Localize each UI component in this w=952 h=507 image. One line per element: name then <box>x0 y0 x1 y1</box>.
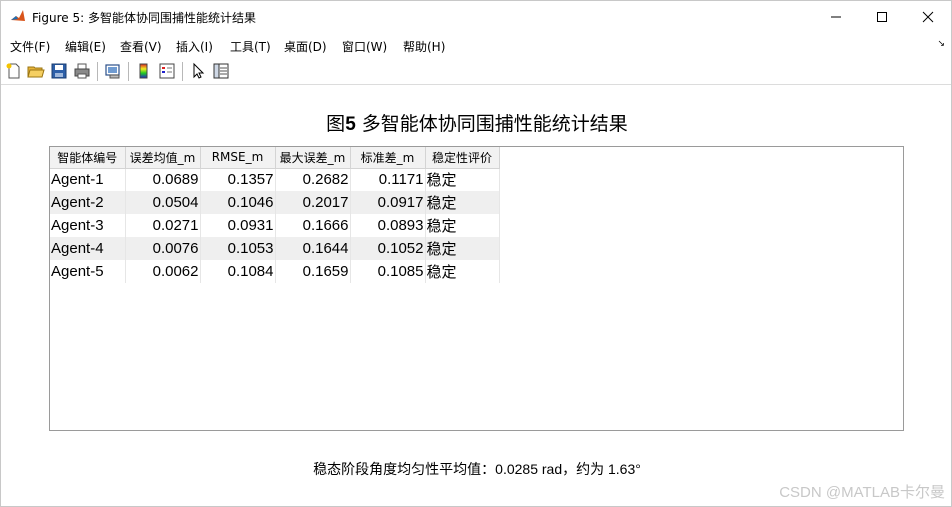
menu-tools[interactable]: 工具(T) <box>230 38 271 55</box>
save-icon[interactable] <box>50 62 68 80</box>
minimize-button[interactable] <box>813 1 859 32</box>
table-row: Agent-5 0.0062 0.1084 0.1659 0.1085 稳定 <box>50 260 500 283</box>
cell-stability[interactable]: 稳定 <box>425 214 500 237</box>
cell-agent-id[interactable]: Agent-2 <box>50 191 126 214</box>
cell-rmse[interactable]: 0.1053 <box>200 237 276 260</box>
table-row: Agent-3 0.0271 0.0931 0.1666 0.0893 稳定 <box>50 214 500 237</box>
cell-std[interactable]: 0.0893 <box>350 214 426 237</box>
cell-agent-id[interactable]: Agent-5 <box>50 260 126 283</box>
cell-mean-error[interactable]: 0.0271 <box>125 214 201 237</box>
maximize-button[interactable] <box>859 1 905 32</box>
table-row: Agent-2 0.0504 0.1046 0.2017 0.0917 稳定 <box>50 191 500 214</box>
matlab-icon <box>10 8 26 24</box>
column-header-agent-id[interactable]: 智能体编号 <box>50 147 126 169</box>
cell-max-error[interactable]: 0.1644 <box>275 237 351 260</box>
insert-legend-icon[interactable] <box>158 62 176 80</box>
menu-insert[interactable]: 插入(I) <box>176 38 213 55</box>
maximize-icon <box>877 11 887 22</box>
figure-title-number: 5 <box>345 114 356 135</box>
menu-dock-arrow-icon[interactable]: ↘ <box>937 39 945 49</box>
watermark: CSDN @MATLAB卡尔曼 <box>779 484 945 501</box>
cell-max-error[interactable]: 0.2017 <box>275 191 351 214</box>
toolbar-separator <box>182 62 183 81</box>
insert-colorbar-icon[interactable] <box>135 62 153 80</box>
edit-plot-icon[interactable] <box>189 62 207 80</box>
cell-stability[interactable]: 稳定 <box>425 260 500 283</box>
cell-std[interactable]: 0.1171 <box>350 168 426 191</box>
results-table: 智能体编号 误差均值_m RMSE_m 最大误差_m 标准差_m 稳定性评价 A… <box>50 147 500 283</box>
column-header-mean-error[interactable]: 误差均值_m <box>125 147 201 169</box>
link-plot-icon[interactable] <box>104 62 122 80</box>
column-header-rmse[interactable]: RMSE_m <box>200 147 276 169</box>
cell-max-error[interactable]: 0.1659 <box>275 260 351 283</box>
new-figure-icon[interactable] <box>5 62 23 80</box>
cell-mean-error[interactable]: 0.0504 <box>125 191 201 214</box>
cell-mean-error[interactable]: 0.0062 <box>125 260 201 283</box>
cell-stability[interactable]: 稳定 <box>425 237 500 260</box>
cell-max-error[interactable]: 0.2682 <box>275 168 351 191</box>
figure-title-text: 多智能体协同围捕性能统计结果 <box>355 113 628 135</box>
property-inspector-icon[interactable] <box>212 62 230 80</box>
menu-edit[interactable]: 编辑(E) <box>65 38 106 55</box>
cell-agent-id[interactable]: Agent-1 <box>50 168 126 191</box>
cell-rmse[interactable]: 0.1084 <box>200 260 276 283</box>
table-row: Agent-4 0.0076 0.1053 0.1644 0.1052 稳定 <box>50 237 500 260</box>
cell-mean-error[interactable]: 0.0689 <box>125 168 201 191</box>
cell-mean-error[interactable]: 0.0076 <box>125 237 201 260</box>
cell-stability[interactable]: 稳定 <box>425 168 500 191</box>
menu-desktop[interactable]: 桌面(D) <box>284 38 327 55</box>
cell-rmse[interactable]: 0.1357 <box>200 168 276 191</box>
figure-title: 图5 多智能体协同围捕性能统计结果 <box>1 109 952 136</box>
column-header-max-error[interactable]: 最大误差_m <box>275 147 351 169</box>
minimize-icon <box>831 16 841 17</box>
cell-agent-id[interactable]: Agent-3 <box>50 214 126 237</box>
cell-rmse[interactable]: 0.0931 <box>200 214 276 237</box>
cell-rmse[interactable]: 0.1046 <box>200 191 276 214</box>
toolbar-separator <box>97 62 98 81</box>
menu-file[interactable]: 文件(F) <box>10 38 50 55</box>
table-row: Agent-1 0.0689 0.1357 0.2682 0.1171 稳定 <box>50 168 500 191</box>
close-icon <box>922 11 934 22</box>
cell-std[interactable]: 0.1085 <box>350 260 426 283</box>
menu-window[interactable]: 窗口(W) <box>342 38 387 55</box>
figure-title-prefix: 图 <box>326 113 346 135</box>
column-header-stability[interactable]: 稳定性评价 <box>425 147 500 169</box>
print-icon[interactable] <box>73 62 91 80</box>
window-title: Figure 5: 多智能体协同围捕性能统计结果 <box>32 11 256 25</box>
cell-std[interactable]: 0.1052 <box>350 237 426 260</box>
angle-uniformity-note: 稳态阶段角度均匀性平均值：0.0285 rad，约为 1.63° <box>313 461 641 477</box>
close-button[interactable] <box>905 1 951 32</box>
menu-view[interactable]: 查看(V) <box>120 38 162 55</box>
cell-stability[interactable]: 稳定 <box>425 191 500 214</box>
toolbar-separator <box>128 62 129 81</box>
column-header-std[interactable]: 标准差_m <box>350 147 426 169</box>
figure-toolbar <box>1 58 951 85</box>
cell-max-error[interactable]: 0.1666 <box>275 214 351 237</box>
figure-window: Figure 5: 多智能体协同围捕性能统计结果 文件(F) 编辑(E) 查看(… <box>0 0 952 507</box>
title-bar[interactable]: Figure 5: 多智能体协同围捕性能统计结果 <box>1 1 951 32</box>
open-file-icon[interactable] <box>27 62 45 80</box>
menu-bar: 文件(F) 编辑(E) 查看(V) 插入(I) 工具(T) 桌面(D) 窗口(W… <box>1 32 951 58</box>
menu-help[interactable]: 帮助(H) <box>403 38 445 55</box>
uitable[interactable]: 智能体编号 误差均值_m RMSE_m 最大误差_m 标准差_m 稳定性评价 A… <box>49 146 904 431</box>
cell-std[interactable]: 0.0917 <box>350 191 426 214</box>
cell-agent-id[interactable]: Agent-4 <box>50 237 126 260</box>
